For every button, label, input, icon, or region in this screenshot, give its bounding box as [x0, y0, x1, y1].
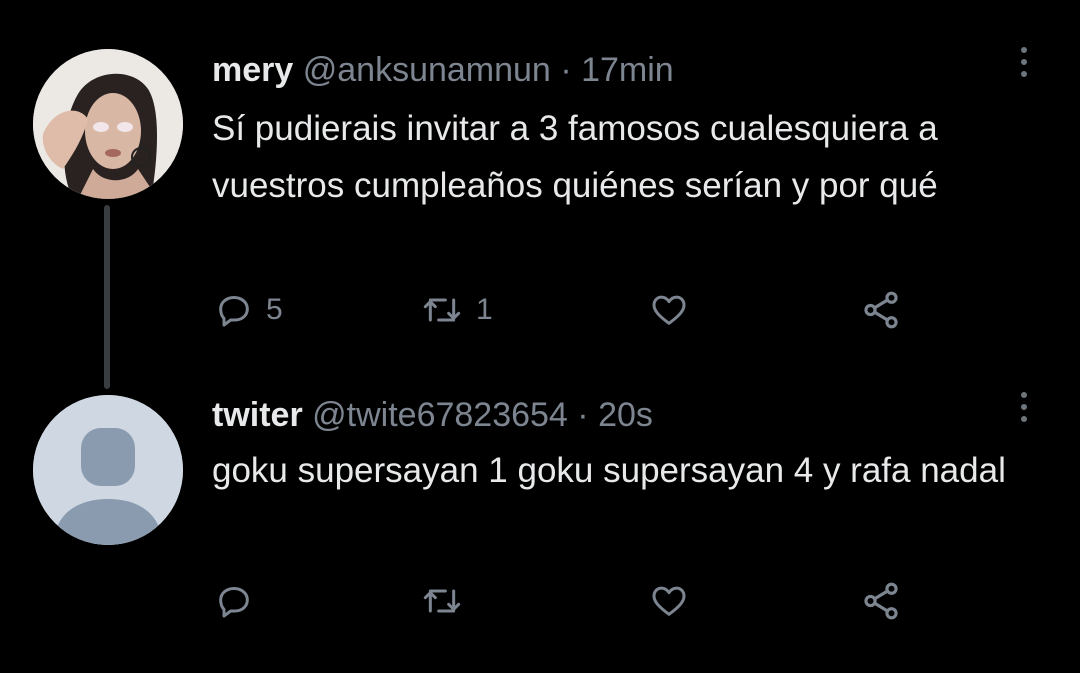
author-name[interactable]: twiter [212, 396, 303, 434]
tweet-2[interactable]: twiter @twite67823654 · 20s goku supersa… [0, 380, 1080, 673]
author-handle[interactable]: @twite67823654 [312, 396, 568, 434]
author-handle[interactable]: @anksunamnun [303, 51, 551, 89]
share-button[interactable] [860, 576, 902, 626]
reply-button[interactable]: 5 [214, 285, 283, 335]
more-options-icon[interactable] [1020, 47, 1028, 83]
more-options-icon[interactable] [1020, 392, 1028, 428]
reply-button[interactable] [214, 576, 266, 626]
heart-icon [652, 586, 686, 616]
header-separator: · [577, 396, 589, 434]
share-button[interactable] [860, 285, 902, 335]
share-icon [864, 582, 898, 620]
retweet-count: 1 [476, 293, 493, 326]
author-name[interactable]: mery [212, 51, 293, 89]
retweet-icon [423, 298, 461, 322]
tweet-header: twiter @twite67823654 · 20s [212, 395, 653, 435]
tweet-actions [212, 576, 932, 626]
reply-icon [219, 296, 249, 327]
retweet-icon [423, 589, 461, 613]
like-button[interactable] [648, 285, 702, 335]
profile-photo [33, 49, 183, 199]
retweet-button[interactable] [420, 576, 476, 626]
share-icon [864, 291, 898, 329]
header-separator: · [560, 51, 572, 89]
tweet-header: mery @anksunamnun · 17min [212, 50, 674, 90]
tweet-actions: 5 1 [212, 285, 932, 335]
tweet-timestamp[interactable]: 17min [581, 51, 674, 89]
reply-count: 5 [266, 293, 283, 326]
retweet-button[interactable]: 1 [420, 285, 493, 335]
like-button[interactable] [648, 576, 702, 626]
avatar-twiter[interactable] [33, 395, 183, 545]
tweet-text: goku supersayan 1 goku supersayan 4 y ra… [212, 451, 1006, 490]
reply-icon [219, 587, 249, 618]
tweet-timestamp[interactable]: 20s [598, 396, 653, 434]
avatar-mery[interactable] [33, 49, 183, 199]
tweet-text: Sí pudierais invitar a 3 famosos cualesq… [212, 109, 938, 205]
tweet-1[interactable]: mery @anksunamnun · 17min Sí pudierais i… [0, 0, 1080, 345]
default-avatar [33, 395, 183, 545]
heart-icon [652, 295, 686, 325]
